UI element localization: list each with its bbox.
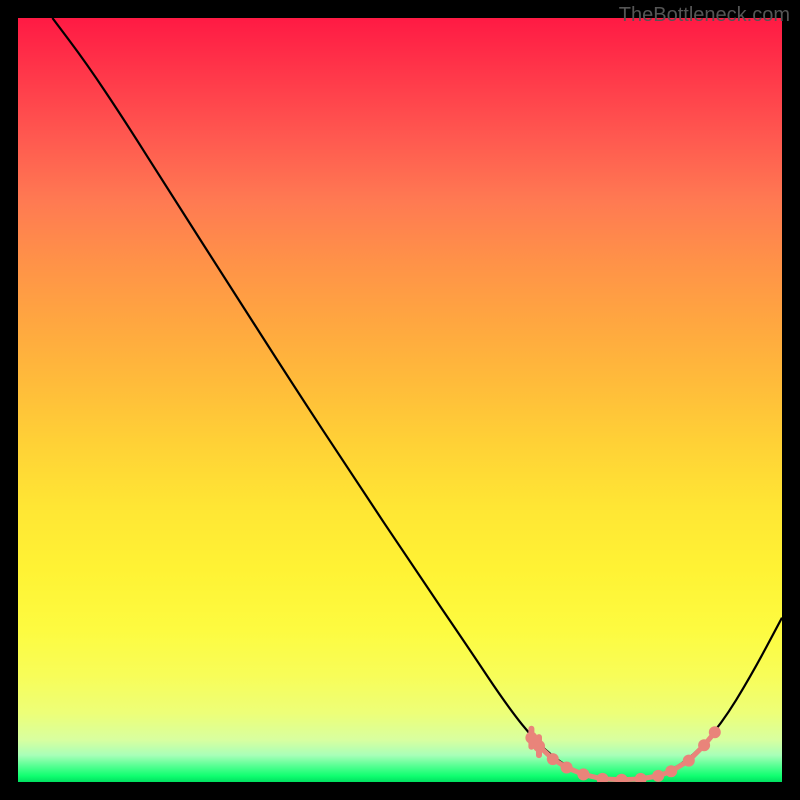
marker-dot <box>709 726 721 738</box>
watermark-text: TheBottleneck.com <box>619 4 790 27</box>
chart-svg <box>18 18 782 782</box>
highlight-markers <box>525 726 720 782</box>
chart-container: TheBottleneck.com <box>0 0 800 800</box>
bottleneck-curve <box>52 18 782 780</box>
